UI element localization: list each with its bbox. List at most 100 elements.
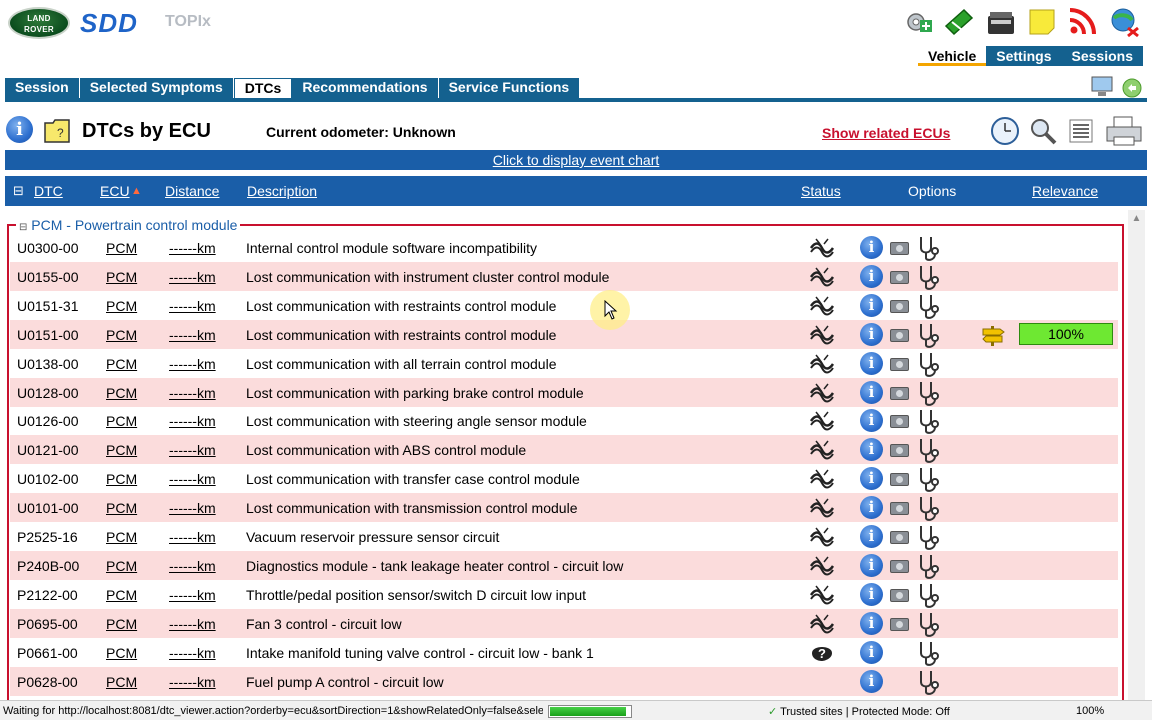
ecu-link[interactable]: PCM	[106, 558, 137, 574]
table-row[interactable]: P0661-00 PCM ------km Intake manifold tunin…	[10, 638, 1118, 667]
stethoscope-icon[interactable]	[913, 610, 943, 638]
stethoscope-icon[interactable]	[913, 263, 943, 291]
search-icon[interactable]	[1028, 116, 1058, 146]
info-icon[interactable]: i	[860, 352, 883, 375]
stethoscope-icon[interactable]	[913, 552, 943, 580]
battery-icon[interactable]	[985, 6, 1017, 38]
show-related-ecus-link[interactable]: Show related ECUs	[822, 125, 950, 141]
distance-link[interactable]: ------km	[169, 240, 216, 256]
table-row[interactable]: P0695-00 PCM ------km Fan 3 control - circu…	[10, 609, 1118, 638]
column-distance[interactable]: Distance	[165, 183, 219, 199]
distance-link[interactable]: ------km	[169, 356, 216, 372]
stethoscope-icon[interactable]	[913, 407, 943, 435]
column-ecu[interactable]: ECU	[100, 183, 130, 199]
tab-session[interactable]: Session	[5, 78, 80, 98]
tab-recommendations[interactable]: Recommendations	[292, 78, 439, 98]
info-icon[interactable]: i	[860, 496, 883, 519]
camera-icon[interactable]	[890, 531, 909, 544]
distance-link[interactable]: ------km	[169, 471, 216, 487]
camera-icon[interactable]	[890, 242, 909, 255]
ecu-link[interactable]: PCM	[106, 413, 137, 429]
list-icon[interactable]	[1068, 118, 1094, 144]
column-status[interactable]: Status	[801, 183, 841, 199]
clock-icon[interactable]	[990, 116, 1020, 146]
camera-icon[interactable]	[890, 329, 909, 342]
nav-settings[interactable]: Settings	[986, 46, 1062, 66]
vehicle-icon[interactable]	[942, 6, 974, 38]
nav-sessions[interactable]: Sessions	[1061, 46, 1143, 66]
table-row[interactable]: U0102-00 PCM ------km Lost communication wi…	[10, 464, 1118, 493]
distance-link[interactable]: ------km	[169, 645, 216, 661]
distance-link[interactable]: ------km	[169, 298, 216, 314]
ecu-link[interactable]: PCM	[106, 500, 137, 516]
camera-icon[interactable]	[890, 444, 909, 457]
info-icon[interactable]: i	[860, 438, 883, 461]
info-icon[interactable]: i	[860, 323, 883, 346]
camera-icon[interactable]	[890, 415, 909, 428]
table-row[interactable]: U0138-00 PCM ------km Lost communication wi…	[10, 349, 1118, 378]
stethoscope-icon[interactable]	[913, 379, 943, 407]
ecu-link[interactable]: PCM	[106, 442, 137, 458]
info-icon[interactable]: i	[6, 116, 33, 143]
column-dtc[interactable]: DTC	[34, 183, 63, 199]
ecu-link[interactable]: PCM	[106, 240, 137, 256]
distance-link[interactable]: ------km	[169, 674, 216, 690]
stethoscope-icon[interactable]	[913, 581, 943, 609]
ecu-link[interactable]: PCM	[106, 645, 137, 661]
camera-icon[interactable]	[890, 502, 909, 515]
stethoscope-icon[interactable]	[913, 321, 943, 349]
ecu-link[interactable]: PCM	[106, 327, 137, 343]
ecu-link[interactable]: PCM	[106, 587, 137, 603]
ecu-link[interactable]: PCM	[106, 529, 137, 545]
camera-icon[interactable]	[890, 358, 909, 371]
camera-icon[interactable]	[890, 271, 909, 284]
distance-link[interactable]: ------km	[169, 269, 216, 285]
ecu-link[interactable]: PCM	[106, 674, 137, 690]
info-icon[interactable]: i	[860, 583, 883, 606]
gear-icon[interactable]	[902, 6, 934, 38]
group-toggle-icon[interactable]: ⊟	[19, 222, 27, 233]
ecu-link[interactable]: PCM	[106, 298, 137, 314]
table-row[interactable]: U0126-00 PCM ------km Lost communication wi…	[10, 406, 1118, 435]
camera-icon[interactable]	[890, 589, 909, 602]
ecu-link[interactable]: PCM	[106, 356, 137, 372]
table-row[interactable]: U0128-00 PCM ------km Lost communication wi…	[10, 378, 1118, 407]
table-row[interactable]: U0151-00 PCM ------km Lost communication wi…	[10, 320, 1118, 349]
camera-icon[interactable]	[890, 473, 909, 486]
table-row[interactable]: P2122-00 PCM ------km Throttle/pedal positi…	[10, 580, 1118, 609]
distance-link[interactable]: ------km	[169, 413, 216, 429]
printer-icon[interactable]	[1104, 115, 1144, 147]
distance-link[interactable]: ------km	[169, 616, 216, 632]
info-icon[interactable]: i	[860, 236, 883, 259]
column-relevance[interactable]: Relevance	[1032, 183, 1098, 199]
event-chart-link[interactable]: Click to display event chart	[493, 152, 660, 168]
table-row[interactable]: P240B-00 PCM ------km Diagnostics module - …	[10, 551, 1118, 580]
distance-link[interactable]: ------km	[169, 500, 216, 516]
tab-service-functions[interactable]: Service Functions	[438, 78, 581, 98]
help-folder-icon[interactable]: ?	[43, 117, 73, 145]
table-row[interactable]: P2525-16 PCM ------km Vacuum reservoir pres…	[10, 522, 1118, 551]
tab-dtcs[interactable]: DTCs	[233, 78, 293, 98]
stethoscope-icon[interactable]	[913, 292, 943, 320]
table-row[interactable]: P0628-00 PCM ------km Fuel pump A control -…	[10, 667, 1118, 696]
info-icon[interactable]: i	[860, 381, 883, 404]
table-row[interactable]: U0121-00 PCM ------km Lost communication wi…	[10, 435, 1118, 464]
ecu-group-label[interactable]: ⊟ PCM - Powertrain control module	[16, 217, 241, 233]
table-row[interactable]: U0300-00 PCM ------km Internal control modu…	[10, 233, 1118, 262]
info-icon[interactable]: i	[860, 670, 883, 693]
stethoscope-icon[interactable]	[913, 234, 943, 262]
security-zone[interactable]: ✓ Trusted sites | Protected Mode: Off	[768, 705, 950, 718]
info-icon[interactable]: i	[860, 294, 883, 317]
stethoscope-icon[interactable]	[913, 494, 943, 522]
distance-link[interactable]: ------km	[169, 587, 216, 603]
collapse-all-toggle[interactable]: ⊟	[13, 183, 24, 199]
network-icon[interactable]	[1108, 6, 1140, 38]
camera-icon[interactable]	[890, 387, 909, 400]
zoom-level[interactable]: 100%	[1076, 705, 1104, 717]
stethoscope-icon[interactable]	[913, 465, 943, 493]
camera-icon[interactable]	[890, 560, 909, 573]
camera-icon[interactable]	[890, 618, 909, 631]
nav-vehicle[interactable]: Vehicle	[918, 46, 987, 66]
column-description[interactable]: Description	[247, 183, 317, 199]
scrollbar[interactable]: ▲	[1128, 210, 1145, 700]
